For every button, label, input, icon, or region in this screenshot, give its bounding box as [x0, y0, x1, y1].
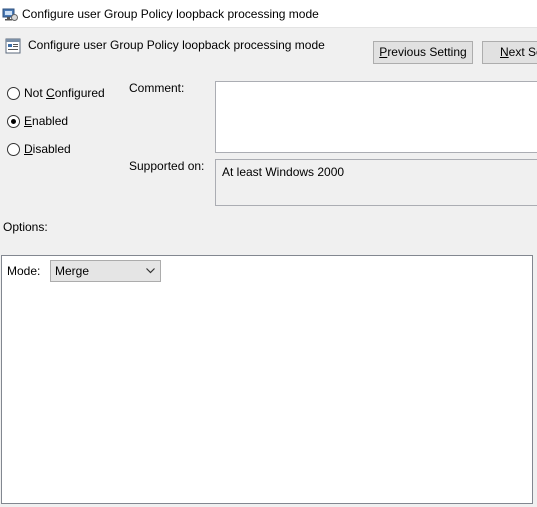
group-policy-icon: [2, 8, 18, 21]
previous-setting-button[interactable]: Previous Setting: [373, 41, 473, 64]
supported-on-value: At least Windows 2000: [222, 165, 345, 179]
radio-circle[interactable]: [7, 87, 20, 100]
window-title: Configure user Group Policy loopback pro…: [22, 7, 319, 21]
supported-on-field: At least Windows 2000: [215, 159, 537, 206]
mode-dropdown[interactable]: Merge: [50, 260, 161, 282]
radio-dot: [11, 119, 16, 124]
not-configured-label[interactable]: Not Configured: [24, 86, 105, 100]
policy-name: Configure user Group Policy loopback pro…: [28, 38, 325, 52]
enabled-label[interactable]: Enabled: [24, 114, 68, 128]
policy-setting-icon: [5, 38, 21, 54]
options-panel: Mode: Merge: [1, 255, 533, 504]
comment-field[interactable]: [215, 81, 537, 153]
mode-value: Merge: [55, 264, 90, 278]
disabled-label[interactable]: Disabled: [24, 142, 71, 156]
radio-circle-selected[interactable]: [7, 115, 20, 128]
options-label: Options:: [3, 220, 48, 234]
chevron-down-icon: [146, 268, 155, 274]
mode-label: Mode:: [7, 264, 41, 278]
next-setting-button[interactable]: Next Se: [482, 41, 537, 64]
radio-circle[interactable]: [7, 143, 20, 156]
comment-label: Comment:: [129, 81, 185, 95]
supported-on-label: Supported on:: [129, 159, 205, 173]
title-bar: Configure user Group Policy loopback pro…: [0, 0, 537, 28]
